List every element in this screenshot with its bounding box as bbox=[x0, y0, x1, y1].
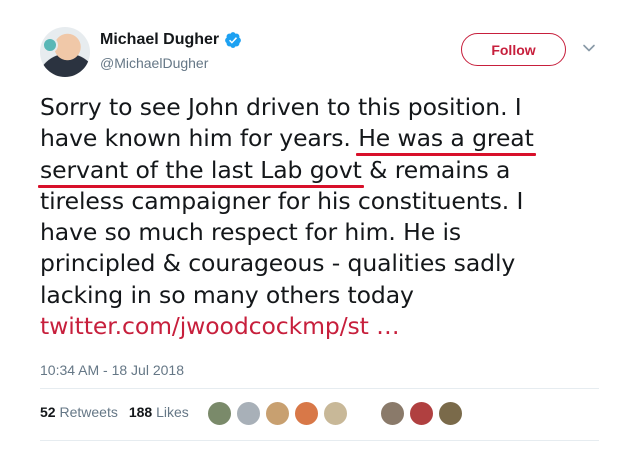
retweets-stat[interactable]: 52 Retweets bbox=[40, 404, 118, 420]
likes-count: 188 bbox=[128, 404, 153, 420]
liker-avatar[interactable] bbox=[323, 401, 348, 426]
underlined-text: He was a great bbox=[358, 124, 534, 153]
liker-avatar[interactable] bbox=[236, 401, 261, 426]
tweet-link[interactable]: twitter.com/jwoodcockmp/st … bbox=[40, 311, 600, 342]
liker-avatar[interactable] bbox=[265, 401, 290, 426]
tweet-text: Sorry to see John driven to this positio… bbox=[40, 92, 600, 342]
liker-avatar[interactable] bbox=[438, 401, 463, 426]
retweets-label: Retweets bbox=[59, 404, 118, 420]
tweet-line: tireless campaigner for his constituents… bbox=[40, 186, 524, 215]
avatar-badge-icon bbox=[42, 37, 58, 53]
retweets-count: 52 bbox=[40, 404, 56, 420]
liker-avatar[interactable] bbox=[380, 401, 405, 426]
liker-avatars bbox=[207, 401, 467, 426]
tweet-stats: 52 Retweets 188 Likes bbox=[40, 404, 189, 420]
tweet-text-segment: have known him for years. bbox=[40, 124, 359, 153]
tweet-line: lacking in so many others today bbox=[40, 280, 414, 309]
tweet-line: Sorry to see John driven to this positio… bbox=[40, 93, 522, 121]
likes-label: Likes bbox=[156, 404, 189, 420]
chevron-down-icon[interactable] bbox=[582, 41, 596, 55]
tweet-timestamp[interactable]: 10:34 AM - 18 Jul 2018 bbox=[40, 362, 184, 378]
author-name[interactable]: Michael Dugher bbox=[100, 31, 219, 49]
verified-badge-icon bbox=[225, 32, 242, 48]
tweet-line: principled & courageous - qualities sadl… bbox=[40, 249, 516, 278]
follow-button[interactable]: Follow bbox=[461, 33, 566, 66]
likes-stat[interactable]: 188 Likes bbox=[129, 404, 189, 420]
liker-avatar[interactable] bbox=[294, 401, 319, 426]
tweet-line: have known him for years. He was a great bbox=[40, 123, 600, 154]
tweet-line: servant of the last Lab govt & remains a bbox=[40, 155, 600, 186]
liker-avatar[interactable] bbox=[207, 401, 232, 426]
divider bbox=[40, 440, 599, 441]
avatar[interactable] bbox=[40, 27, 90, 77]
author-handle[interactable]: @MichaelDugher bbox=[100, 55, 208, 71]
tweet-text-segment: & remains a bbox=[361, 155, 511, 184]
liker-avatar[interactable] bbox=[409, 401, 434, 426]
underlined-text: servant of the last Lab govt bbox=[40, 155, 362, 184]
tweet-line: have so much respect for him. He is bbox=[40, 218, 462, 247]
divider bbox=[40, 388, 599, 389]
author-name-row[interactable]: Michael Dugher bbox=[100, 31, 242, 49]
